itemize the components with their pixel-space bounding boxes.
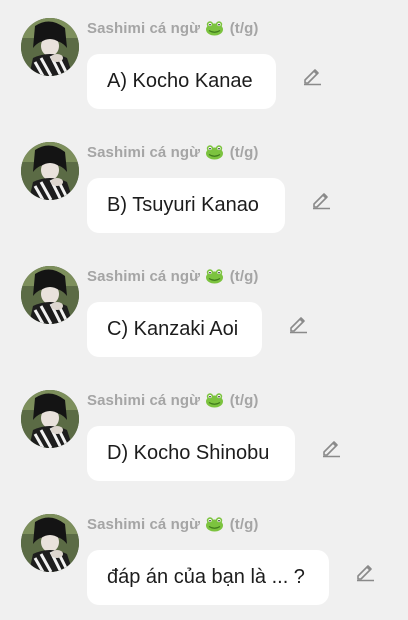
message-bubble[interactable]: B) Tsuyuri Kanao xyxy=(87,178,285,233)
sender-tag: (t/g) xyxy=(229,268,259,285)
chat-message: Sashimi cá ngừ (t/g) C) Kanzaki Aoi xyxy=(0,248,408,372)
sender-tag: (t/g) xyxy=(229,20,259,37)
sender-name: Sashimi cá ngừ (t/g) xyxy=(87,268,259,288)
chat-message: Sashimi cá ngừ (t/g) B) Tsuyuri Kanao xyxy=(0,124,408,248)
sender-name: Sashimi cá ngừ (t/g) xyxy=(87,516,259,536)
pencil-icon[interactable] xyxy=(320,436,342,458)
pencil-icon[interactable] xyxy=(287,312,309,334)
sender-name-text: Sashimi cá ngừ xyxy=(87,144,201,161)
message-bubble[interactable]: D) Kocho Shinobu xyxy=(87,426,295,481)
message-text: D) Kocho Shinobu xyxy=(107,442,270,464)
frog-icon xyxy=(205,392,224,412)
sender-name-text: Sashimi cá ngừ xyxy=(87,20,201,37)
frog-icon xyxy=(205,516,224,536)
sender-name: Sashimi cá ngừ (t/g) xyxy=(87,20,259,40)
message-text: đáp án của bạn là ... ? xyxy=(107,566,305,588)
message-bubble[interactable]: A) Kocho Kanae xyxy=(87,54,276,109)
avatar[interactable] xyxy=(21,142,79,200)
message-text: A) Kocho Kanae xyxy=(107,70,253,92)
message-bubble[interactable]: đáp án của bạn là ... ? xyxy=(87,550,329,605)
sender-name: Sashimi cá ngừ (t/g) xyxy=(87,392,259,412)
sender-name-text: Sashimi cá ngừ xyxy=(87,392,201,409)
sender-tag: (t/g) xyxy=(229,516,259,533)
message-bubble[interactable]: C) Kanzaki Aoi xyxy=(87,302,262,357)
chat-message: Sashimi cá ngừ (t/g) D) Kocho Shinobu xyxy=(0,372,408,496)
sender-name-text: Sashimi cá ngừ xyxy=(87,268,201,285)
sender-tag: (t/g) xyxy=(229,144,259,161)
chat-message: Sashimi cá ngừ (t/g) đáp án của bạn là .… xyxy=(0,496,408,620)
avatar[interactable] xyxy=(21,514,79,572)
avatar[interactable] xyxy=(21,266,79,324)
frog-icon xyxy=(205,144,224,164)
pencil-icon[interactable] xyxy=(354,560,376,582)
avatar[interactable] xyxy=(21,18,79,76)
sender-name: Sashimi cá ngừ (t/g) xyxy=(87,144,259,164)
sender-name-text: Sashimi cá ngừ xyxy=(87,516,201,533)
pencil-icon[interactable] xyxy=(310,188,332,210)
frog-icon xyxy=(205,20,224,40)
message-text: B) Tsuyuri Kanao xyxy=(107,194,259,216)
message-text: C) Kanzaki Aoi xyxy=(107,318,239,340)
frog-icon xyxy=(205,268,224,288)
sender-tag: (t/g) xyxy=(229,392,259,409)
chat-message: Sashimi cá ngừ (t/g) A) Kocho Kanae xyxy=(0,0,408,124)
avatar[interactable] xyxy=(21,390,79,448)
pencil-icon[interactable] xyxy=(301,64,323,86)
chat-thread: Sashimi cá ngừ (t/g) A) Kocho Kanae Sash… xyxy=(0,0,408,620)
